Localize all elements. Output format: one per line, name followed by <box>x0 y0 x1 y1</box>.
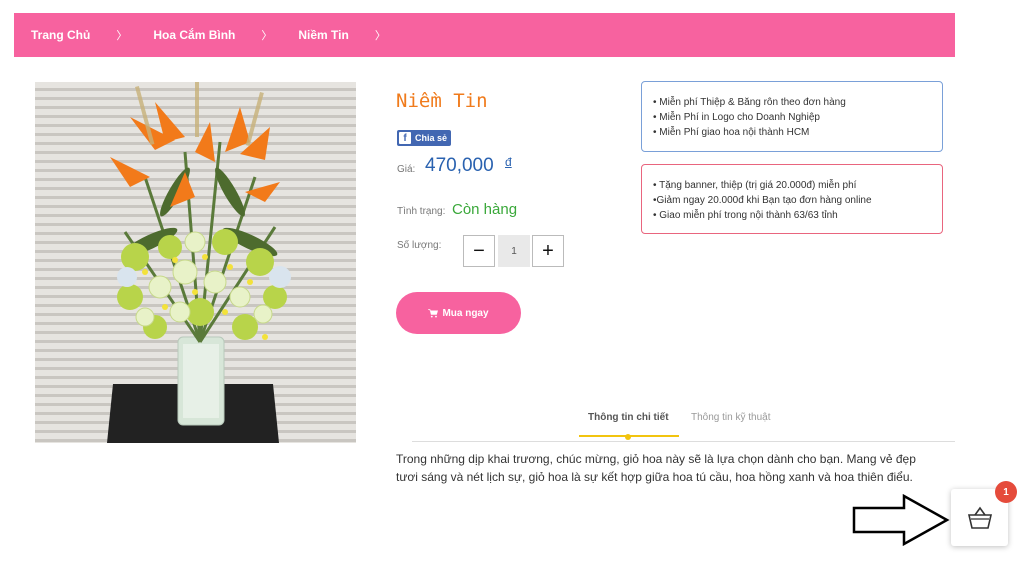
currency-symbol: đ <box>505 155 512 169</box>
cart-count-badge: 1 <box>995 481 1017 503</box>
promo-item: •Giảm ngay 20.000đ khi Bạn tạo đơn hàng … <box>653 195 872 206</box>
buy-now-label: Mua ngay <box>442 307 489 319</box>
stock-status: Còn hàng <box>452 201 518 218</box>
breadcrumb-category[interactable]: Hoa Cắm Bình <box>153 28 235 42</box>
promo-box-free-services: • Miễn phí Thiệp & Băng rôn theo đơn hàn… <box>641 81 943 152</box>
product-title: Niềm Tin <box>396 90 488 112</box>
active-tab-dot <box>625 434 631 440</box>
price-label: Giá: <box>397 164 416 175</box>
breadcrumb-separator: 〉 <box>374 30 386 42</box>
promo-item: • Miễn Phí in Logo cho Doanh Nghiệp <box>653 112 820 123</box>
basket-icon <box>967 506 992 529</box>
breadcrumb-current[interactable]: Niềm Tin <box>298 28 348 42</box>
facebook-icon: f <box>399 132 411 144</box>
quantity-input[interactable] <box>498 235 530 267</box>
breadcrumb-separator: 〉 <box>261 30 273 42</box>
breadcrumb-separator: 〉 <box>116 30 128 42</box>
product-image[interactable] <box>35 82 356 443</box>
quantity-label: Số lượng: <box>397 240 442 251</box>
arrow-right-icon <box>852 494 950 546</box>
quantity-decrease-button[interactable]: − <box>463 235 495 267</box>
price-value: 470,000 <box>425 155 494 176</box>
promo-item: • Miễn phí Thiệp & Băng rôn theo đơn hàn… <box>653 97 846 108</box>
share-button[interactable]: f Chia sẻ <box>397 130 452 146</box>
buy-now-button[interactable]: Mua ngay <box>396 292 521 334</box>
product-description: Trong những dịp khai trương, chúc mừng, … <box>396 452 916 484</box>
share-label: Chia sẻ <box>415 133 448 143</box>
breadcrumb-home[interactable]: Trang Chủ <box>31 28 90 42</box>
cart-icon <box>428 308 439 317</box>
promo-box-gifts: • Tặng banner, thiệp (trị giá 20.000đ) m… <box>641 164 943 234</box>
tab-specifications[interactable]: Thông tin kỹ thuật <box>691 412 771 423</box>
promo-item: • Giao miễn phí trong nội thành 63/63 tỉ… <box>653 210 838 221</box>
promo-item: • Tặng banner, thiệp (trị giá 20.000đ) m… <box>653 180 857 191</box>
breadcrumb: Trang Chủ 〉 Hoa Cắm Bình 〉 Niềm Tin 〉 <box>14 13 955 57</box>
flower-arrangement-photo <box>35 82 356 443</box>
promo-item: • Miễn Phí giao hoa nội thành HCM <box>653 127 810 138</box>
stock-label: Tình trạng: <box>397 206 446 217</box>
product-tabs: Thông tin chi tiết Thông tin kỹ thuật <box>412 405 955 442</box>
tab-details[interactable]: Thông tin chi tiết <box>588 412 669 423</box>
quantity-increase-button[interactable]: + <box>532 235 564 267</box>
